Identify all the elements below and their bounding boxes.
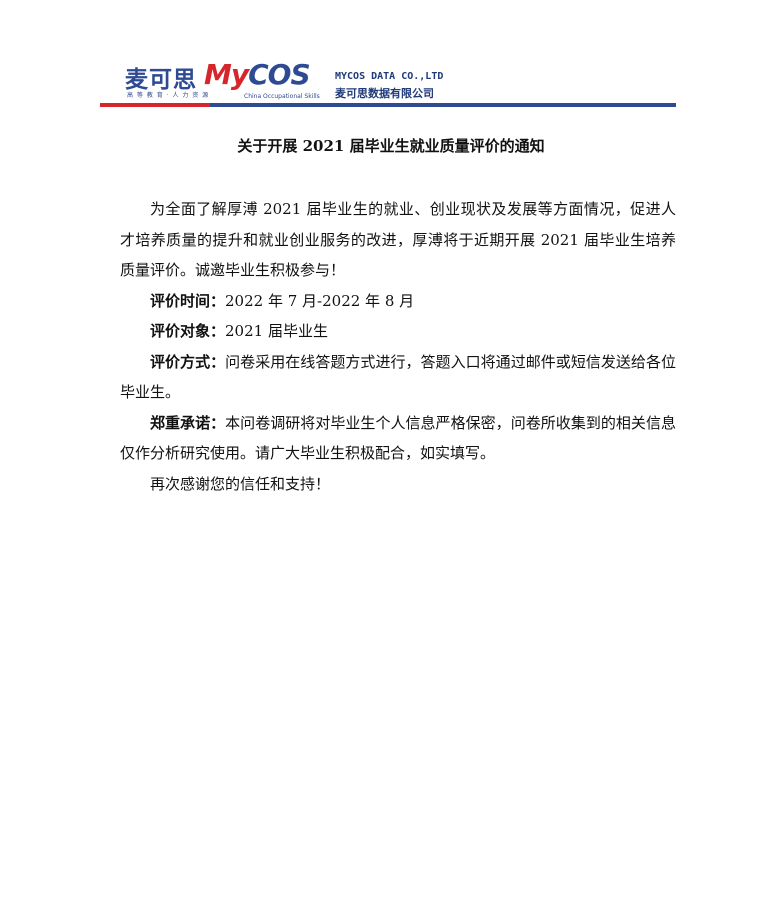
logo-mycos-wordmark: MyCOS <box>204 58 311 91</box>
mycos-logo: 麦可思 高 等 教 育 · 人 力 资 源 MyCOS China Occupa… <box>100 58 320 104</box>
company-name-chinese: 麦可思数据有限公司 <box>335 87 434 100</box>
evaluation-time-value: 2022 年 7 月-2022 年 8 月 <box>225 291 415 310</box>
evaluation-time: 评价时间：2022 年 7 月-2022 年 8 月 <box>120 286 676 317</box>
logo-tagline: 高 等 教 育 · 人 力 资 源 <box>127 92 210 99</box>
evaluation-method: 评价方式：问卷采用在线答题方式进行，答题入口将通过邮件或短信发送给各位毕业生。 <box>120 347 676 408</box>
header-rule-blue <box>210 103 676 107</box>
logo-subtitle: China Occupational Skills <box>244 93 320 100</box>
logo-my: My <box>204 58 249 91</box>
document-title: 关于开展 2021 届毕业生就业质量评价的通知 <box>237 137 545 155</box>
logo-chinese-name: 麦可思 <box>125 67 197 93</box>
company-name-english: MYCOS DATA CO.,LTD <box>335 71 444 82</box>
logo-cos: COS <box>248 58 311 91</box>
closing-line: 再次感谢您的信任和支持！ <box>150 474 331 493</box>
header-rule-red <box>100 103 210 107</box>
privacy-promise: 郑重承诺：本问卷调研将对毕业生个人信息严格保密，问卷所收集到的相关信息仅作分析研… <box>120 408 676 469</box>
evaluation-target-value: 2021 届毕业生 <box>225 322 328 340</box>
document-body: 为全面了解厚溥 2021 届毕业生的就业、创业现状及发展等方面情况，促进人才培养… <box>120 194 676 499</box>
evaluation-target: 评价对象：2021 届毕业生 <box>120 316 676 347</box>
privacy-promise-label: 郑重承诺： <box>150 413 226 432</box>
evaluation-time-label: 评价时间： <box>150 291 226 310</box>
intro-paragraph: 为全面了解厚溥 2021 届毕业生的就业、创业现状及发展等方面情况，促进人才培养… <box>120 200 676 279</box>
evaluation-target-label: 评价对象： <box>150 322 226 340</box>
evaluation-method-label: 评价方式： <box>150 352 226 371</box>
